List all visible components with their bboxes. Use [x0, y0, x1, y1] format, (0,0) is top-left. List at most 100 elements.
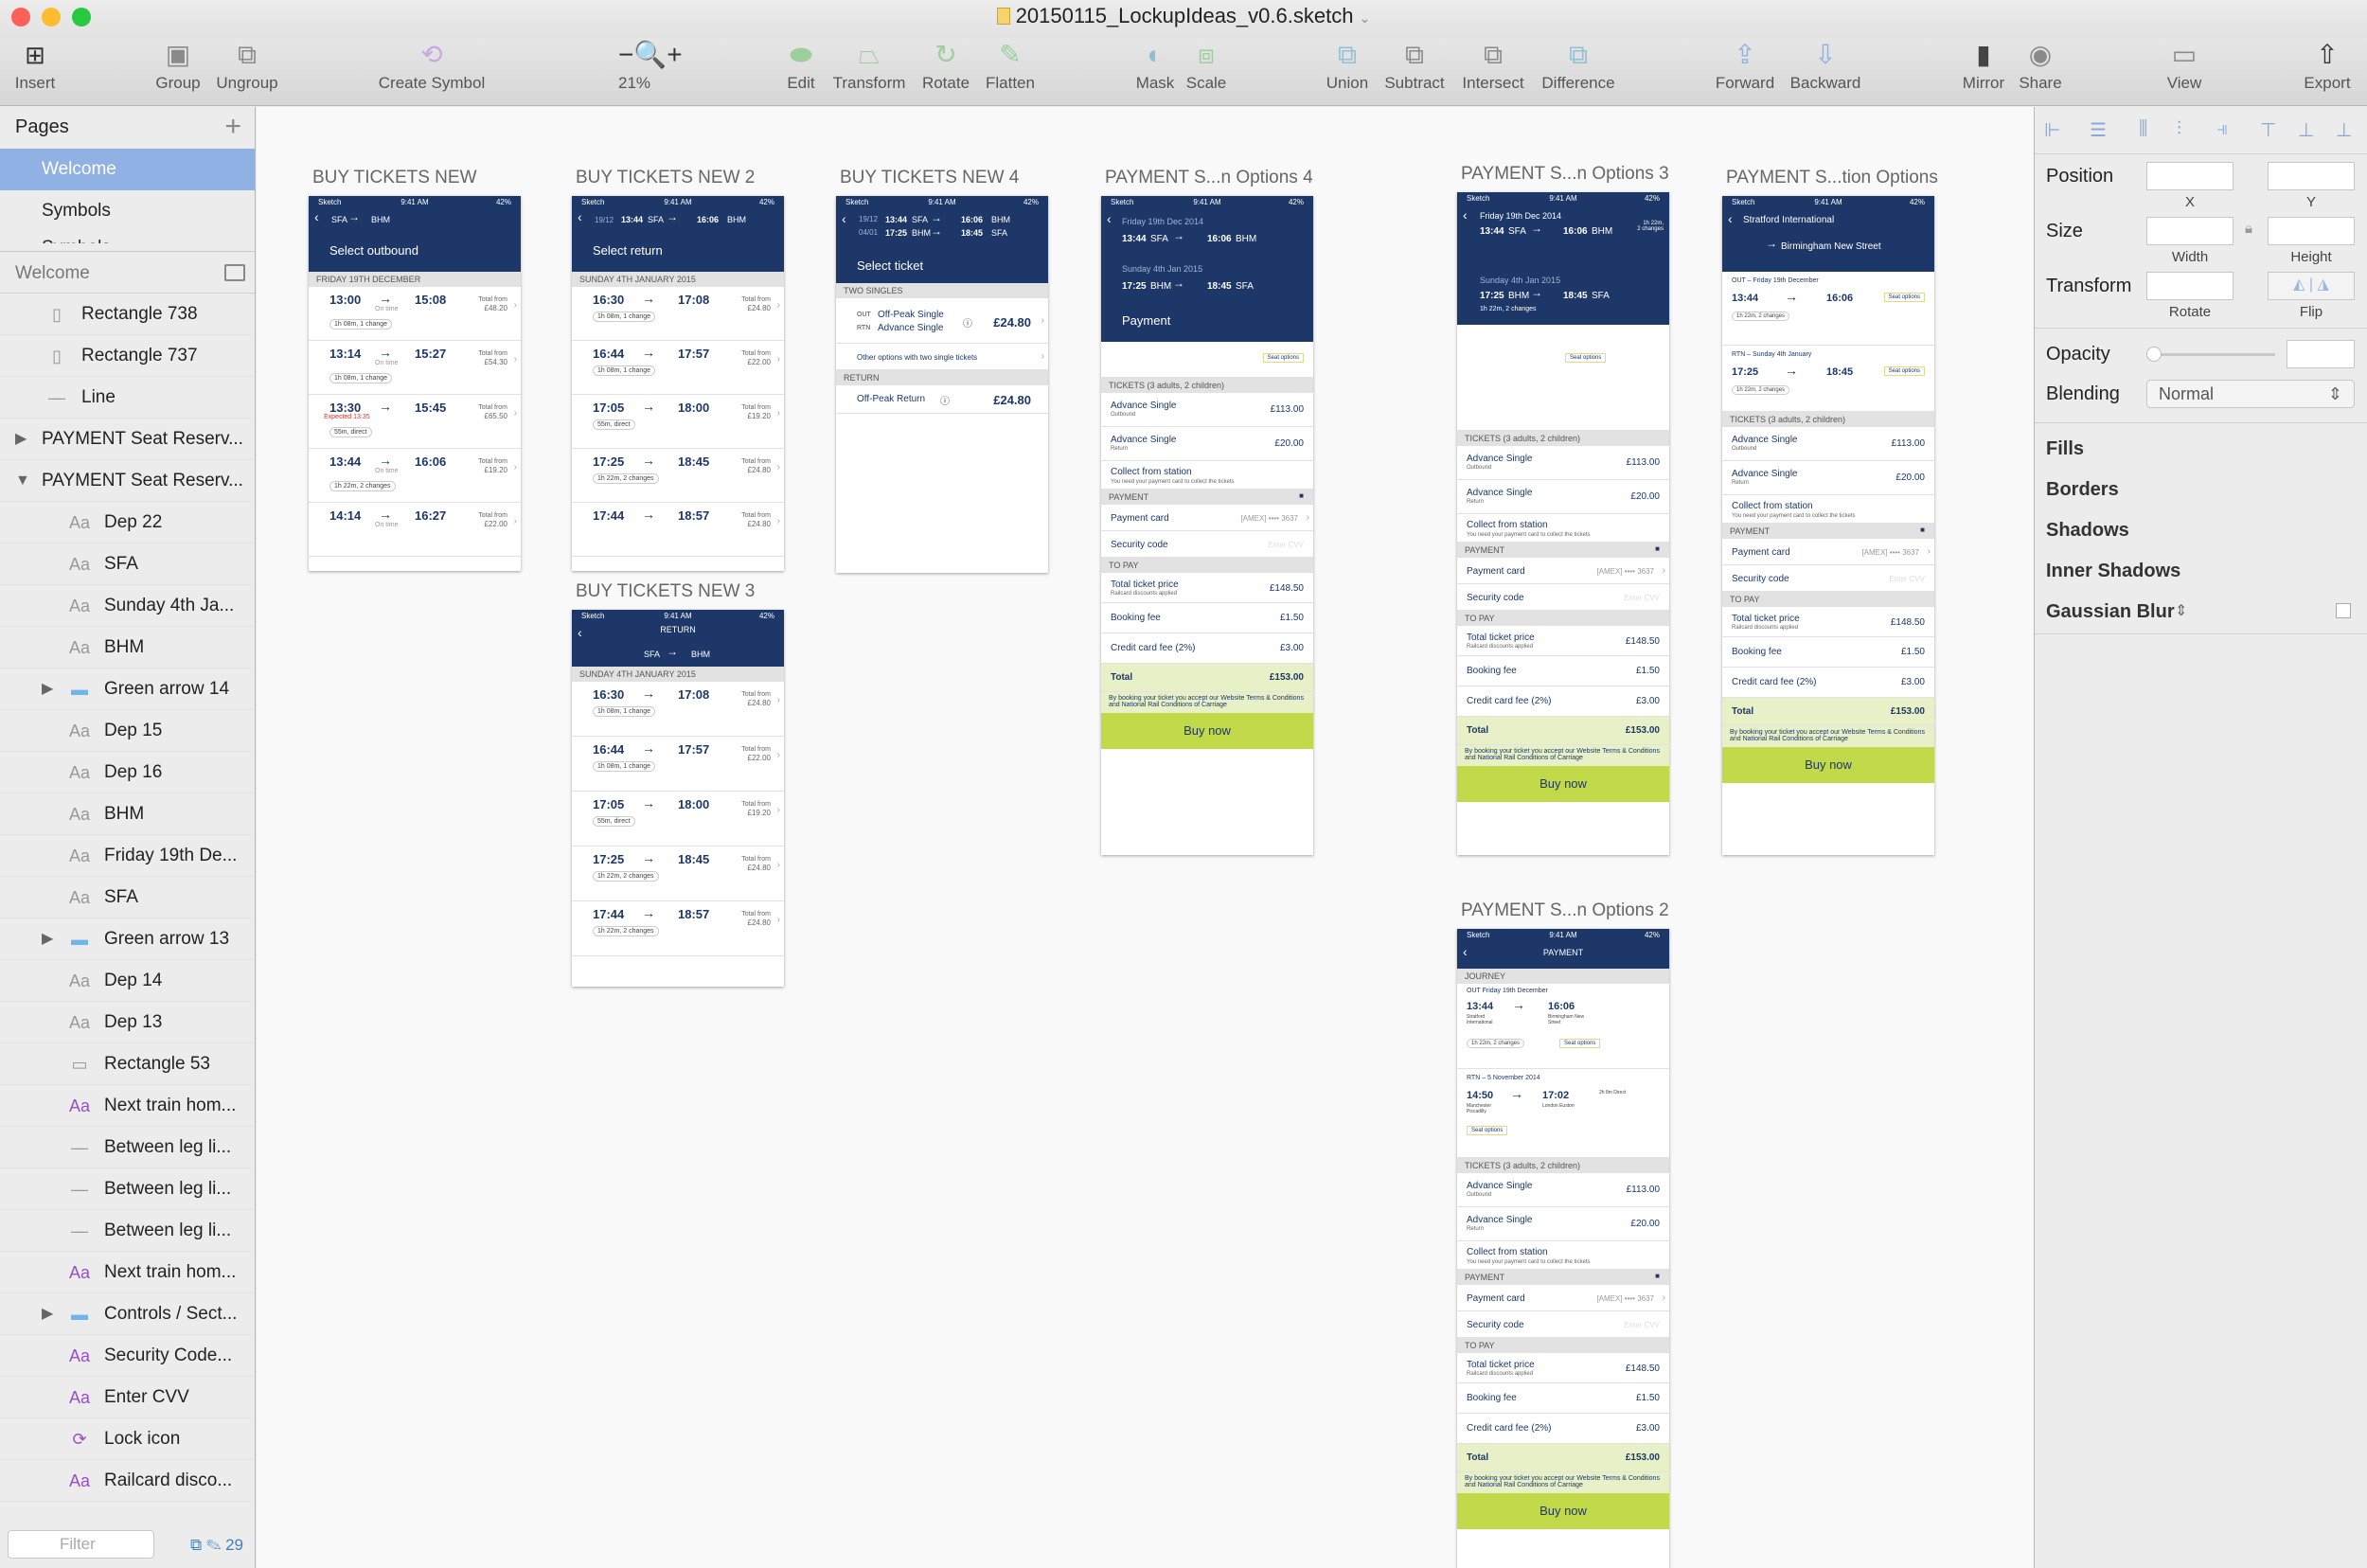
artboard[interactable]: Sketch 9:41 AM 42% ‹ 19/12 13:44 SFA → 16:06 BHM S…: [572, 196, 784, 571]
union-button[interactable]: ⧉ Union: [1322, 40, 1373, 93]
layer-row[interactable]: Aa Security Code...: [0, 1335, 255, 1377]
train-option-row[interactable]: 14:14 → 16:27 On time Total from £22.00 ›: [309, 503, 521, 557]
artboard[interactable]: Sketch 9:41 AM 42% ‹ Friday 19th Dec 2014 13:…: [1101, 196, 1313, 855]
artboard[interactable]: Sketch 9:41 AM 42% ‹ RETURN SFA → BHM SUNDAY 4TH…: [572, 610, 784, 987]
layer-row[interactable]: ⟳ Lock icon: [0, 1418, 255, 1460]
seat-options-button[interactable]: Seat options: [1883, 293, 1925, 302]
insert-button[interactable]: ⊞ Insert: [11, 40, 59, 93]
layer-row[interactable]: Aa Dep 15: [0, 710, 255, 752]
security-code-row[interactable]: Security code Enter CVV: [1457, 584, 1669, 611]
layer-row[interactable]: Aa Railcard disco...: [0, 1460, 255, 1502]
buy-now-button[interactable]: Buy now: [1457, 1493, 1669, 1529]
buy-now-button[interactable]: Buy now: [1722, 747, 1934, 783]
intersect-button[interactable]: ⧉ Intersect: [1456, 40, 1530, 93]
align-left-icon[interactable]: ⊩: [2044, 118, 2060, 142]
align-center-icon[interactable]: ⫼: [2139, 118, 2147, 140]
train-option-row[interactable]: 17:44 → 18:57 1h 22m, 2 changes Total from £2…: [572, 901, 784, 956]
fills-section[interactable]: Fills: [2046, 438, 2084, 460]
height-input[interactable]: [2268, 217, 2355, 245]
train-option-row[interactable]: 16:44 → 17:57 1h 08m, 1 change Total from £22…: [572, 737, 784, 792]
security-code-row[interactable]: Security code Enter CVV: [1722, 565, 1934, 592]
rotate-button[interactable]: ↻ Rotate: [918, 40, 973, 93]
collapse-all-icon[interactable]: [224, 264, 245, 281]
zoom-control[interactable]: −🔍+ 21%: [591, 40, 683, 93]
width-input[interactable]: [2146, 217, 2234, 245]
flatten-button[interactable]: ✎ Flatten: [981, 40, 1040, 93]
align-middle-icon[interactable]: ⫶: [2177, 118, 2181, 140]
layer-row[interactable]: Aa Friday 19th De...: [0, 835, 255, 877]
shadows-section[interactable]: Shadows: [2046, 520, 2129, 542]
layer-row[interactable]: Aa Next train hom...: [0, 1252, 255, 1293]
buy-now-button[interactable]: Buy now: [1101, 713, 1313, 749]
artboard[interactable]: Sketch 9:41 AM 42% ‹ 19/12 13:44 SFA → 16:06 BHM 0…: [836, 196, 1048, 573]
filter-input[interactable]: Filter: [8, 1530, 154, 1559]
train-option-row[interactable]: 13:14 → 15:27 On time 1h 08m, 1 change Total …: [309, 341, 521, 395]
seat-options-button[interactable]: Seat options: [1883, 366, 1925, 376]
artboard[interactable]: Sketch 9:41 AM 42% ‹ Stratford International…: [1722, 196, 1934, 855]
flip-vertical-icon[interactable]: ◮: [2318, 276, 2329, 293]
artboard[interactable]: Sketch 9:41 AM 42% ‹ SFA → BHM Select outbound F…: [309, 196, 521, 571]
transform-button[interactable]: ⏢ Transform: [829, 40, 909, 93]
opacity-slider-knob[interactable]: [2146, 347, 2162, 362]
train-option-row[interactable]: 17:25 → 18:45 1h 22m, 2 changes Total from £2…: [572, 449, 784, 503]
subtract-button[interactable]: ⧉ Subtract: [1379, 40, 1450, 93]
train-option-row[interactable]: 17:44 → 18:57 Total from £24.80 ›: [572, 503, 784, 557]
gaussian-blur-section[interactable]: Gaussian Blur: [2046, 601, 2175, 623]
back-chevron-icon[interactable]: ‹: [842, 211, 846, 226]
align-right-icon[interactable]: ⫣: [2216, 118, 2228, 140]
layer-row[interactable]: Aa Enter CVV: [0, 1377, 255, 1418]
stepper-icon[interactable]: ⇕: [2175, 601, 2187, 620]
gaussian-blur-checkbox[interactable]: [2336, 603, 2351, 618]
opacity-slider[interactable]: [2150, 353, 2275, 356]
position-x-input[interactable]: [2146, 162, 2234, 190]
train-option-row[interactable]: 13:30 → 15:45 Expected 13:35 55m, direct Tota…: [309, 395, 521, 449]
train-option-row[interactable]: 17:05 → 18:00 55m, direct Total from £19.20 ›: [572, 792, 784, 846]
inner-shadows-section[interactable]: Inner Shadows: [2046, 561, 2180, 582]
align-top-icon[interactable]: ⊤: [2260, 118, 2276, 142]
layer-row[interactable]: ▶ ▬ Controls / Sect...: [0, 1293, 255, 1335]
artboard[interactable]: Sketch 9:41 AM 42% ‹ Friday 19th Dec 2014 13:…: [1457, 192, 1669, 855]
share-button[interactable]: ◉ Share: [2017, 40, 2064, 93]
security-code-row[interactable]: Security code Enter CVV: [1101, 531, 1313, 558]
seat-options-button[interactable]: Seat options: [1262, 353, 1304, 363]
layer-row[interactable]: ▶ ▬ Green arrow 13: [0, 918, 255, 960]
train-option-row[interactable]: 13:00 → 15:08 On time 1h 08m, 1 change Total …: [309, 287, 521, 341]
borders-section[interactable]: Borders: [2046, 479, 2119, 501]
mask-button[interactable]: ◐ Mask: [1132, 40, 1178, 93]
layer-row[interactable]: ▶ PAYMENT Seat Reserv...: [0, 419, 255, 460]
layer-row[interactable]: ▼ PAYMENT Seat Reserv...: [0, 460, 255, 502]
buy-now-button[interactable]: Buy now: [1457, 766, 1669, 802]
ticket-option-row[interactable]: OUT Off-Peak Single RTN Advance Single ⓘ £24.…: [836, 298, 1048, 344]
train-option-row[interactable]: 16:30 → 17:08 1h 08m, 1 change Total from £24…: [572, 287, 784, 341]
back-chevron-icon[interactable]: ‹: [578, 209, 582, 224]
layer-row[interactable]: — Between leg li...: [0, 1127, 255, 1168]
rotate-input[interactable]: [2146, 272, 2234, 300]
train-option-row[interactable]: 16:44 → 17:57 1h 08m, 1 change Total from £22…: [572, 341, 784, 395]
edit-button[interactable]: ⬬ Edit: [782, 40, 820, 93]
scale-button[interactable]: ⧈ Scale: [1184, 40, 1229, 93]
blending-select[interactable]: Normal ⇕: [2146, 380, 2355, 408]
train-option-row[interactable]: 17:05 → 18:00 55m, direct Total from £19.20 ›: [572, 395, 784, 449]
security-code-row[interactable]: Security code Enter CVV: [1457, 1311, 1669, 1338]
view-button[interactable]: ▭ View: [2161, 40, 2208, 93]
layer-row[interactable]: ▯ Rectangle 737: [0, 335, 255, 377]
seat-options-button[interactable]: Seat options: [1559, 1039, 1601, 1048]
train-option-row[interactable]: 17:25 → 18:45 1h 22m, 2 changes Total from £2…: [572, 846, 784, 901]
lock-icon[interactable]: 🔒︎: [2245, 221, 2252, 237]
backward-button[interactable]: ⇩ Backward: [1786, 40, 1865, 93]
align-bottom-icon[interactable]: ⊥: [2336, 118, 2352, 142]
layer-row[interactable]: — Line: [0, 377, 255, 419]
layer-row[interactable]: ▯ Rectangle 738: [0, 294, 255, 335]
layer-row[interactable]: — Between leg li...: [0, 1168, 255, 1210]
ungroup-button[interactable]: ⧉ Ungroup: [214, 40, 280, 93]
page-item-symbols[interactable]: Symbols: [0, 190, 255, 232]
layer-row[interactable]: ▶ ▬ Green arrow 14: [0, 668, 255, 710]
layer-row[interactable]: ▭ Rectangle 53: [0, 1043, 255, 1085]
page-item-welcome[interactable]: Welcome: [0, 149, 255, 190]
seat-options-button[interactable]: Seat options: [1467, 1126, 1508, 1135]
layer-row[interactable]: Aa Sunday 4th Ja...: [0, 585, 255, 627]
back-chevron-icon[interactable]: ‹: [314, 209, 319, 224]
artboard[interactable]: Sketch 9:41 AM 42% ‹ PAYMENT JOURNEY OUT Frida…: [1457, 929, 1669, 1568]
opacity-input[interactable]: [2287, 340, 2355, 368]
export-button[interactable]: ⇧ Export: [2301, 40, 2354, 93]
